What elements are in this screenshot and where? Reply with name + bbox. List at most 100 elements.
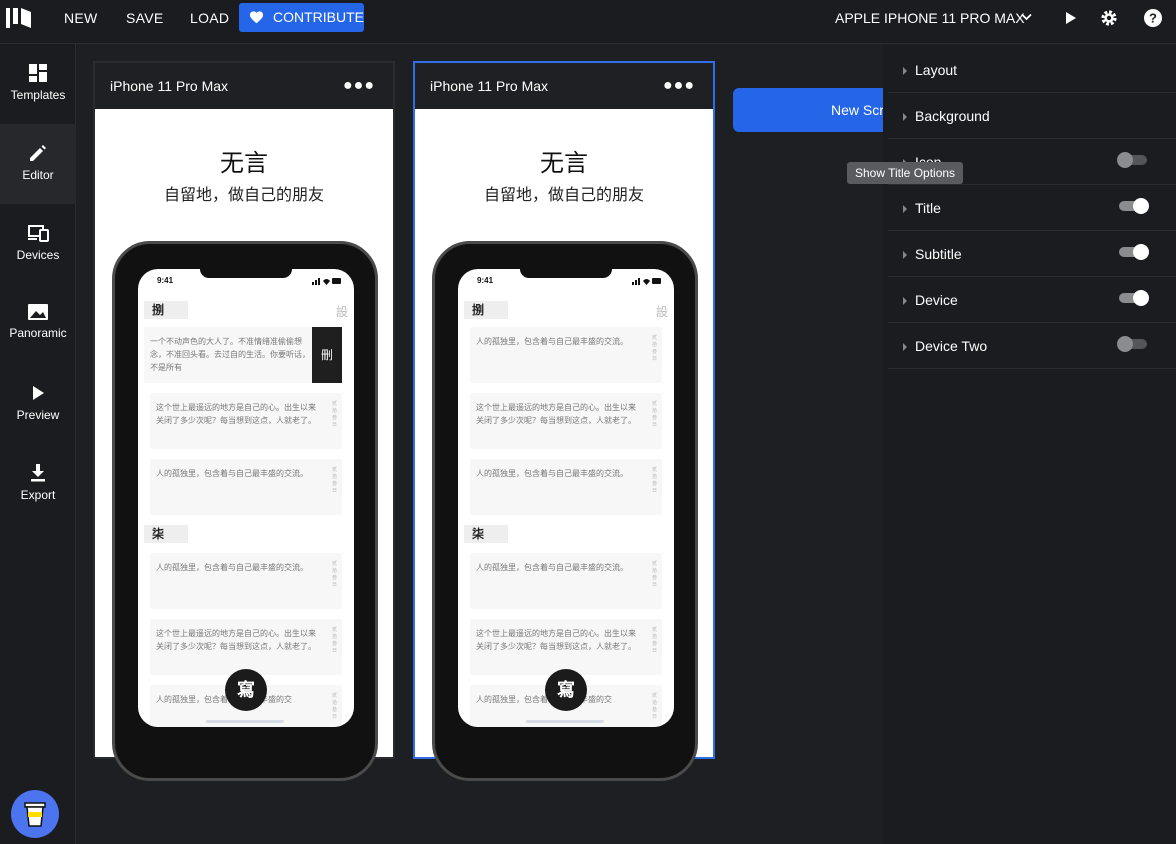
note-date: 贰拾叁日: [332, 627, 338, 654]
device-screen: 9:41 捌 設 人的孤独里，包含着与自己最丰盛的交流。 贰拾叁日 这个世上最遥…: [458, 269, 674, 727]
accordion-title[interactable]: Title: [888, 185, 1176, 231]
contribute-button[interactable]: CONTRIBUTE: [239, 3, 364, 32]
screen-title[interactable]: 无言: [95, 143, 393, 178]
screen-name: iPhone 11 Pro Max: [430, 78, 549, 94]
toggle-knob: [1133, 244, 1149, 260]
settings-label[interactable]: 設: [336, 303, 348, 320]
list-item[interactable]: 这个世上最遥远的地方是自己的心。出生以来关闭了多少次呢？每当想到这点，人就老了。…: [470, 619, 662, 675]
more-options-icon[interactable]: ●●●: [663, 63, 695, 109]
contribute-label: CONTRIBUTE: [273, 9, 364, 25]
caret-right-icon: [903, 297, 907, 305]
sidebar-item-panoramic[interactable]: Panoramic: [0, 284, 76, 364]
status-icons: [312, 278, 341, 285]
device-frame: 9:41 捌 設 一个不动声色的大人了。不准情绪准偷偷想念，不准回头看。去过自的…: [112, 241, 378, 781]
note-date: 贰拾叁日: [332, 401, 338, 428]
load-button[interactable]: LOAD: [190, 0, 229, 36]
sidebar-item-export[interactable]: Export: [0, 444, 76, 524]
screen-card-selected[interactable]: iPhone 11 Pro Max ●●● 无言 自留地，做自己的朋友 9:41…: [413, 61, 715, 781]
toggle-knob: [1117, 336, 1133, 352]
play-icon[interactable]: [1060, 8, 1080, 28]
caret-right-icon: [903, 343, 907, 351]
screen-subtitle[interactable]: 自留地，做自己的朋友: [415, 181, 713, 205]
gear-icon[interactable]: [1099, 8, 1119, 28]
caret-right-icon: [903, 251, 907, 259]
svg-text:?: ?: [1149, 11, 1157, 26]
note-date: 贰拾叁日: [652, 335, 658, 362]
note-text: 人的孤独里，包含着与自己最丰盛的交流。: [476, 563, 628, 572]
title-toggle[interactable]: [1119, 198, 1149, 214]
note-text: 人的孤独里，包含着与自己最丰盛的交流。: [476, 337, 628, 346]
screen-header: iPhone 11 Pro Max ●●●: [415, 63, 713, 109]
list-item[interactable]: 人的孤独里，包含着与自己最丰盛的交流。 贰拾叁日: [470, 553, 662, 609]
help-icon[interactable]: ?: [1143, 8, 1163, 28]
list-item[interactable]: 人的孤独里，包含着与自己最丰盛的交流。 贰拾叁日: [470, 459, 662, 515]
note-text: 这个世上最遥远的地方是自己的心。出生以来关闭了多少次呢？每当想到这点，人就老了。: [476, 629, 636, 651]
home-indicator: [206, 720, 284, 723]
app-logo-icon[interactable]: [6, 6, 34, 30]
list-item[interactable]: 人的孤独里，包含着与自己最丰盛的交流。 贰拾叁日: [470, 327, 662, 383]
list-item[interactable]: 这个世上最遥远的地方是自己的心。出生以来关闭了多少次呢？每当想到这点，人就老了。…: [470, 393, 662, 449]
accordion-device-two[interactable]: Device Two: [888, 323, 1176, 369]
notch: [520, 269, 612, 278]
note-text: 一个不动声色的大人了。不准情绪准偷偷想念，不准回头看。去过自的生活。你要听话，不…: [150, 337, 310, 372]
caret-right-icon: [903, 113, 907, 121]
icon-toggle[interactable]: [1117, 152, 1147, 168]
devices-icon: [28, 225, 49, 242]
home-indicator: [526, 720, 604, 723]
sidebar-item-templates[interactable]: Templates: [0, 44, 76, 124]
accordion-layout[interactable]: Layout: [888, 47, 1176, 93]
templates-icon: [29, 64, 47, 82]
pencil-icon: [30, 145, 46, 161]
note-text: 这个世上最遥远的地方是自己的心。出生以来关闭了多少次呢？每当想到这点，人就老了。: [156, 629, 316, 651]
new-button[interactable]: NEW: [64, 0, 98, 36]
accordion-background[interactable]: Background: [888, 93, 1176, 139]
screen-title[interactable]: 无言: [415, 143, 713, 178]
accordion-label: Background: [915, 108, 990, 124]
device-toggle[interactable]: [1119, 290, 1149, 306]
note-date: 贰拾叁日: [652, 627, 658, 654]
settings-label[interactable]: 設: [656, 303, 668, 320]
sidebar-item-editor[interactable]: Editor: [0, 124, 76, 204]
list-item[interactable]: 人的孤独里，包含着与自己最丰盛的交流。 贰拾叁日: [150, 459, 342, 515]
new-screen-button[interactable]: New Screen: [733, 88, 883, 132]
buy-me-a-coffee-button[interactable]: [11, 790, 59, 838]
write-button[interactable]: 寫: [545, 669, 587, 711]
device-two-toggle[interactable]: [1117, 336, 1147, 352]
list-item[interactable]: 人的孤独里，包含着与自己最丰盛的交流。 贰拾叁日: [150, 553, 342, 609]
note-text: 这个世上最遥远的地方是自己的心。出生以来关闭了多少次呢？每当想到这点，人就老了。: [156, 403, 316, 425]
toggle-knob: [1133, 198, 1149, 214]
accordion-device[interactable]: Device: [888, 277, 1176, 323]
sidebar-item-label: Panoramic: [9, 326, 67, 340]
section-label: 捌: [464, 301, 508, 319]
list-item[interactable]: 这个世上最遥远的地方是自己的心。出生以来关闭了多少次呢？每当想到这点，人就老了。…: [150, 619, 342, 675]
note-date: 贰拾叁日: [332, 467, 338, 494]
device-select[interactable]: APPLE IPHONE 11 PRO MAX: [835, 0, 1032, 36]
accordion-label: Device Two: [915, 338, 988, 354]
screen-subtitle[interactable]: 自留地，做自己的朋友: [95, 181, 393, 205]
sidebar-item-preview[interactable]: Preview: [0, 364, 76, 444]
list-item[interactable]: 一个不动声色的大人了。不准情绪准偷偷想念，不准回头看。去过自的生活。你要听话，不…: [144, 327, 336, 383]
device-select-label: APPLE IPHONE 11 PRO MAX: [835, 10, 1025, 26]
screen-name: iPhone 11 Pro Max: [110, 78, 229, 94]
save-button[interactable]: SAVE: [126, 0, 164, 36]
subtitle-toggle[interactable]: [1119, 244, 1149, 260]
sidebar-item-label: Devices: [16, 248, 60, 262]
image-icon: [28, 304, 48, 320]
note-text: 人的孤独里，包含着与自己最丰盛的交流。: [156, 469, 308, 478]
chevron-down-icon: [1021, 13, 1032, 21]
screen-card[interactable]: iPhone 11 Pro Max ●●● 无言 自留地，做自己的朋友 9:41…: [93, 61, 395, 781]
sidebar-item-devices[interactable]: Devices: [0, 204, 76, 284]
delete-button[interactable]: 刪: [312, 327, 342, 383]
section-label: 柒: [464, 525, 508, 543]
note-text: 人的孤独里，包含着与自己最丰盛的交流。: [156, 563, 308, 572]
more-options-icon[interactable]: ●●●: [343, 63, 375, 109]
caret-right-icon: [903, 67, 907, 75]
list-item[interactable]: 这个世上最遥远的地方是自己的心。出生以来关闭了多少次呢？每当想到这点，人就老了。…: [150, 393, 342, 449]
note-date: 贰拾叁日: [652, 561, 658, 588]
note-date: 贰拾叁日: [652, 401, 658, 428]
write-button[interactable]: 寫: [225, 669, 267, 711]
accordion-subtitle[interactable]: Subtitle: [888, 231, 1176, 277]
play-icon: [33, 386, 44, 400]
caret-right-icon: [903, 205, 907, 213]
download-icon: [31, 464, 45, 482]
